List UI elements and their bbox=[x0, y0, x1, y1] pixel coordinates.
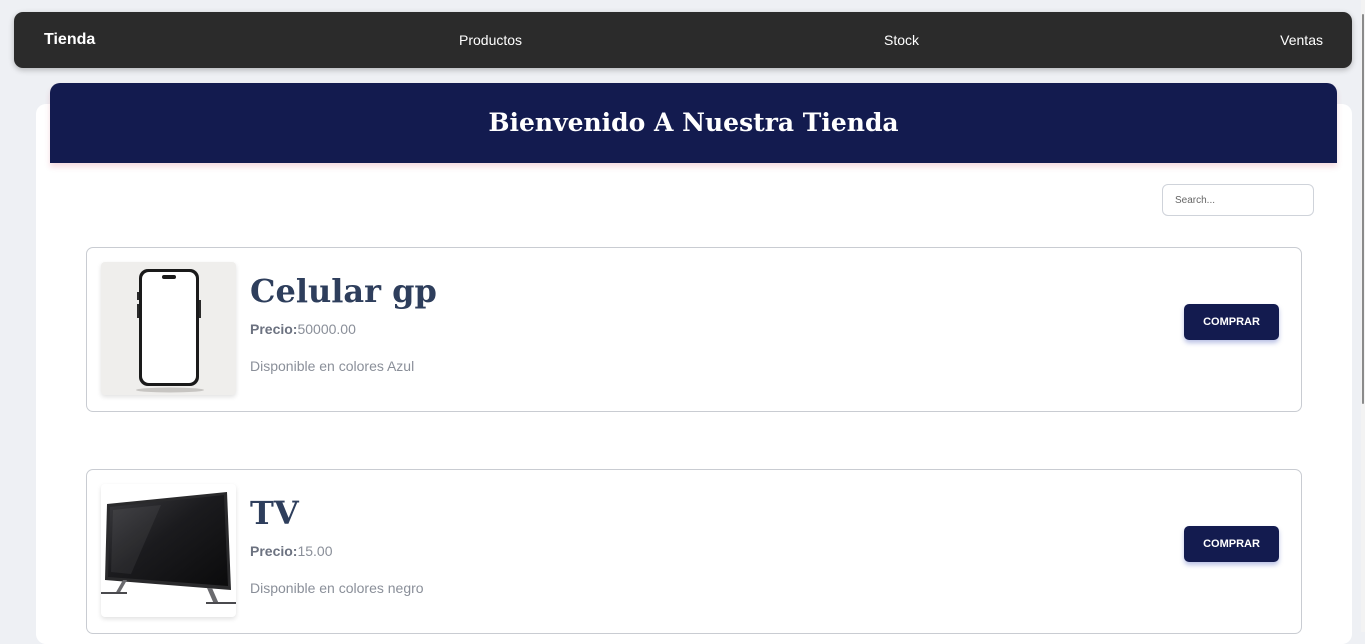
page-title: Bienvenido A Nuestra Tienda bbox=[488, 108, 899, 137]
page-scrollbar[interactable] bbox=[1361, 0, 1365, 632]
nav-link-stock[interactable]: Stock bbox=[884, 32, 919, 48]
nav-link-ventas[interactable]: Ventas bbox=[1280, 32, 1323, 48]
television-icon bbox=[101, 492, 236, 604]
product-name: TV bbox=[250, 494, 299, 532]
product-card: Celular gp Precio:50000.00 Disponible en… bbox=[86, 247, 1302, 412]
price-label: Precio: bbox=[250, 543, 298, 559]
top-navbar: Tienda Productos Stock Ventas bbox=[14, 12, 1352, 68]
product-price: Precio:50000.00 bbox=[250, 321, 356, 337]
product-card: TV Precio:15.00 Disponible en colores ne… bbox=[86, 469, 1302, 634]
price-label: Precio: bbox=[250, 321, 298, 337]
buy-button[interactable]: COMPRAR bbox=[1184, 304, 1279, 340]
product-image-smartphone bbox=[101, 262, 236, 395]
product-image-television bbox=[101, 484, 236, 617]
brand-link[interactable]: Tienda bbox=[44, 31, 95, 49]
price-value: 15.00 bbox=[297, 543, 333, 559]
product-description: Disponible en colores Azul bbox=[250, 358, 415, 374]
price-value: 50000.00 bbox=[297, 321, 356, 337]
buy-button[interactable]: COMPRAR bbox=[1184, 526, 1279, 562]
product-price: Precio:15.00 bbox=[250, 543, 333, 559]
hero-banner: Bienvenido A Nuestra Tienda bbox=[50, 83, 1337, 163]
nav-link-productos[interactable]: Productos bbox=[459, 32, 522, 48]
product-name: Celular gp bbox=[250, 272, 437, 310]
product-description: Disponible en colores negro bbox=[250, 580, 424, 596]
search-input[interactable] bbox=[1162, 184, 1314, 216]
scrollbar-thumb[interactable] bbox=[1362, 14, 1364, 404]
smartphone-icon bbox=[136, 269, 204, 393]
